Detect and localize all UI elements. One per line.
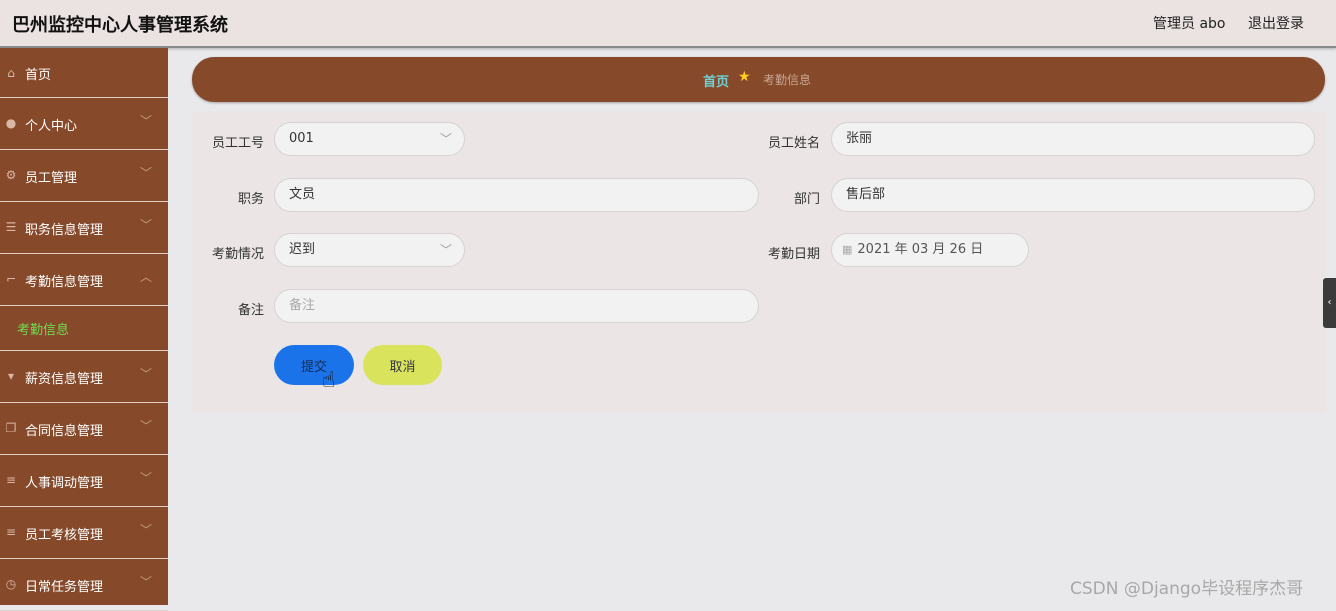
chevron-up-icon: ︿ xyxy=(140,270,153,284)
sidebar-item-label: 员工管理 xyxy=(25,171,78,186)
breadcrumb-current: 考勤信息 xyxy=(763,73,812,87)
attendance-date-value: 2021 年 03 月 26 日 xyxy=(857,242,984,257)
sidebar-item-personal-center[interactable]: ● 个人中心 ﹀ xyxy=(0,98,168,150)
position-value: 文员 xyxy=(289,187,316,202)
sidebar-item-employee-assessment[interactable]: ≡ 员工考核管理 ﹀ xyxy=(0,507,168,559)
calendar-icon: ▦ xyxy=(842,243,853,256)
remark-label: 备注 xyxy=(237,303,264,318)
pin-icon: ▾ xyxy=(7,369,15,383)
list-icon: ≡ xyxy=(5,473,17,487)
sidebar-item-position-info[interactable]: ☰ 职务信息管理 ﹀ xyxy=(0,202,168,254)
home-icon: ⌂ xyxy=(7,66,15,80)
chevron-down-icon: ﹀ xyxy=(140,575,153,589)
attendance-status-label: 考勤情况 xyxy=(211,247,264,262)
clock-icon: ◷ xyxy=(5,577,17,591)
sidebar-item-label: 个人中心 xyxy=(25,119,78,134)
sidebar-subitem-label: 考勤信息 xyxy=(17,323,70,338)
sidebar-item-employee-management[interactable]: ⚙ 员工管理 ﹀ xyxy=(0,150,168,202)
chevron-down-icon: ﹀ xyxy=(140,367,153,381)
cancel-button[interactable]: 取消 xyxy=(363,345,442,385)
sidebar-item-label: 职务信息管理 xyxy=(25,223,104,238)
crop-icon: ⌐ xyxy=(5,272,17,286)
app-title: 巴州监控中心人事管理系统 xyxy=(12,15,228,36)
employee-name-value: 张丽 xyxy=(846,131,873,146)
collapse-handle-icon[interactable]: ‹ xyxy=(1323,278,1336,328)
sidebar-item-personnel-transfer[interactable]: ≡ 人事调动管理 ﹀ xyxy=(0,455,168,507)
employee-name-field[interactable]: 张丽 xyxy=(831,122,1315,156)
department-value: 售后部 xyxy=(846,187,886,202)
chevron-down-icon: ﹀ xyxy=(439,132,452,146)
attendance-date-picker[interactable]: ▦ 2021 年 03 月 26 日 xyxy=(831,233,1029,267)
settings-icon: ⚙ xyxy=(5,168,17,182)
chevron-down-icon: ﹀ xyxy=(140,218,153,232)
remark-input[interactable]: 备注 xyxy=(274,289,759,323)
remark-placeholder: 备注 xyxy=(289,298,316,313)
sidebar-item-attendance-management[interactable]: ⌐ 考勤信息管理 ︿ xyxy=(0,254,168,306)
watermark: CSDN @Django毕设程序杰哥 xyxy=(1070,579,1304,599)
sidebar-item-label: 薪资信息管理 xyxy=(25,372,104,387)
chevron-down-icon: ﹀ xyxy=(140,523,153,537)
sidebar-item-label: 员工考核管理 xyxy=(25,528,104,543)
breadcrumb-home[interactable]: 首页 xyxy=(703,71,729,90)
copy-icon: ❐ xyxy=(5,421,17,435)
department-field[interactable]: 售后部 xyxy=(831,178,1315,212)
chevron-down-icon: ﹀ xyxy=(140,471,153,485)
sidebar-item-daily-tasks[interactable]: ◷ 日常任务管理 ﹀ xyxy=(0,559,168,611)
chevron-down-icon: ﹀ xyxy=(439,243,452,257)
attendance-form: 员工工号 001 ﹀ 员工姓名 张丽 职务 文员 部门 售后部 考勤情况 迟到 … xyxy=(192,111,1325,413)
top-header: 巴州监控中心人事管理系统 管理员 abo 退出登录 xyxy=(0,0,1336,48)
attendance-date-label: 考勤日期 xyxy=(767,247,820,262)
hand-pointer-icon: ☝ xyxy=(322,368,336,393)
chevron-down-icon: ﹀ xyxy=(140,419,153,433)
sidebar-item-label: 人事调动管理 xyxy=(25,476,104,491)
sidebar-subitem-attendance-info[interactable]: 考勤信息 xyxy=(0,306,168,351)
current-user: 管理员 abo xyxy=(1153,16,1226,32)
sidebar-item-contract-info[interactable]: ❐ 合同信息管理 ﹀ xyxy=(0,403,168,455)
submit-button[interactable]: 提交 xyxy=(274,345,354,385)
attendance-status-value: 迟到 xyxy=(289,242,316,257)
logout-link[interactable]: 退出登录 xyxy=(1248,13,1304,33)
chevron-down-icon: ﹀ xyxy=(140,114,153,128)
sidebar-item-salary-info[interactable]: ▾ 薪资信息管理 ﹀ xyxy=(0,351,168,403)
employee-id-select[interactable]: 001 ﹀ xyxy=(274,122,465,156)
position-field[interactable]: 文员 xyxy=(274,178,759,212)
chevron-down-icon: ﹀ xyxy=(140,166,153,180)
sidebar-item-label: 首页 xyxy=(25,68,52,83)
department-label: 部门 xyxy=(793,192,820,207)
position-label: 职务 xyxy=(237,192,264,207)
employee-id-label: 员工工号 xyxy=(211,136,264,151)
breadcrumb: 首页 ★ 考勤信息 xyxy=(192,57,1325,102)
user-icon: ● xyxy=(5,116,17,130)
sidebar-item-home[interactable]: ⌂ 首页 xyxy=(0,48,168,98)
sidebar-item-label: 合同信息管理 xyxy=(25,424,104,439)
employee-name-label: 员工姓名 xyxy=(767,136,820,151)
sliders-icon: ☰ xyxy=(5,220,17,234)
sidebar: ⌂ 首页 ● 个人中心 ﹀ ⚙ 员工管理 ﹀ ☰ 职务信息管理 ﹀ ⌐ 考勤信息… xyxy=(0,48,168,611)
list-icon: ≡ xyxy=(5,525,17,539)
star-icon: ★ xyxy=(738,69,751,85)
employee-id-value: 001 xyxy=(289,131,314,146)
sidebar-item-label: 日常任务管理 xyxy=(25,580,104,595)
sidebar-item-label: 考勤信息管理 xyxy=(25,275,104,290)
attendance-status-select[interactable]: 迟到 ﹀ xyxy=(274,233,465,267)
